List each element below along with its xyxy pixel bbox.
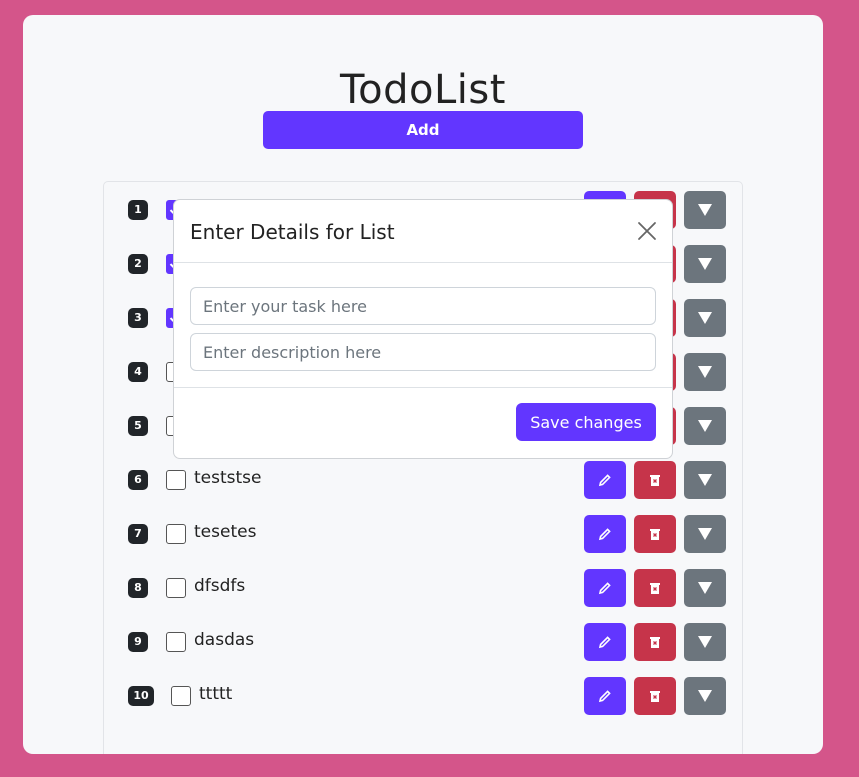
close-icon[interactable]: [636, 220, 658, 242]
expand-button[interactable]: [684, 299, 726, 337]
trash-icon: [650, 583, 660, 594]
expand-button[interactable]: [684, 623, 726, 661]
edit-button[interactable]: [584, 461, 626, 499]
task-number-badge: 7: [128, 524, 148, 544]
table-row: 6 teststse: [104, 452, 744, 506]
task-number-badge: 2: [128, 254, 148, 274]
edit-button[interactable]: [584, 569, 626, 607]
task-number-badge: 10: [128, 686, 154, 706]
task-text: tesetes: [194, 522, 257, 542]
task-details-modal: Enter Details for List Save changes: [173, 199, 673, 459]
delete-button[interactable]: [634, 515, 676, 553]
caret-down-icon: [698, 474, 712, 486]
caret-down-icon: [698, 582, 712, 594]
trash-icon: [650, 529, 660, 540]
task-checkbox[interactable]: [171, 686, 191, 706]
task-checkbox[interactable]: [166, 524, 186, 544]
trash-icon: [650, 475, 660, 486]
pencil-icon: [598, 528, 611, 541]
task-text: dfsdfs: [194, 576, 246, 596]
task-checkbox[interactable]: [166, 578, 186, 598]
table-row: 10 ttttt: [104, 668, 744, 722]
edit-button[interactable]: [584, 515, 626, 553]
task-number-badge: 3: [128, 308, 148, 328]
pencil-icon: [598, 690, 611, 703]
caret-down-icon: [698, 690, 712, 702]
pencil-icon: [598, 636, 611, 649]
table-row: 8 dfsdfs: [104, 560, 744, 614]
trash-icon: [650, 691, 660, 702]
task-checkbox[interactable]: [166, 632, 186, 652]
expand-button[interactable]: [684, 191, 726, 229]
pencil-icon: [598, 582, 611, 595]
task-number-badge: 6: [128, 470, 148, 490]
caret-down-icon: [698, 636, 712, 648]
delete-button[interactable]: [634, 677, 676, 715]
edit-button[interactable]: [584, 623, 626, 661]
task-number-badge: 4: [128, 362, 148, 382]
trash-icon: [650, 637, 660, 648]
delete-button[interactable]: [634, 461, 676, 499]
caret-down-icon: [698, 258, 712, 270]
pencil-icon: [598, 474, 611, 487]
caret-down-icon: [698, 528, 712, 540]
task-text: ttttt: [199, 684, 233, 704]
expand-button[interactable]: [684, 677, 726, 715]
delete-button[interactable]: [634, 569, 676, 607]
edit-button[interactable]: [584, 677, 626, 715]
caret-down-icon: [698, 366, 712, 378]
save-changes-button[interactable]: Save changes: [516, 403, 656, 441]
task-number-badge: 9: [128, 632, 148, 652]
expand-button[interactable]: [684, 407, 726, 445]
expand-button[interactable]: [684, 245, 726, 283]
expand-button[interactable]: [684, 461, 726, 499]
delete-button[interactable]: [634, 623, 676, 661]
description-input[interactable]: [190, 333, 656, 371]
task-number-badge: 8: [128, 578, 148, 598]
expand-button[interactable]: [684, 569, 726, 607]
table-row: 7 tesetes: [104, 506, 744, 560]
expand-button[interactable]: [684, 515, 726, 553]
caret-down-icon: [698, 204, 712, 216]
caret-down-icon: [698, 420, 712, 432]
modal-title: Enter Details for List: [190, 220, 395, 244]
caret-down-icon: [698, 312, 712, 324]
table-row: 9 dasdas: [104, 614, 744, 668]
expand-button[interactable]: [684, 353, 726, 391]
task-number-badge: 1: [128, 200, 148, 220]
task-text: teststse: [194, 468, 262, 488]
add-button[interactable]: Add: [263, 111, 583, 149]
task-number-badge: 5: [128, 416, 148, 436]
modal-header: Enter Details for List: [174, 200, 672, 263]
page-title: TodoList: [340, 67, 506, 113]
task-text: dasdas: [194, 630, 255, 650]
task-checkbox[interactable]: [166, 470, 186, 490]
task-input[interactable]: [190, 287, 656, 325]
modal-body: [174, 263, 672, 388]
